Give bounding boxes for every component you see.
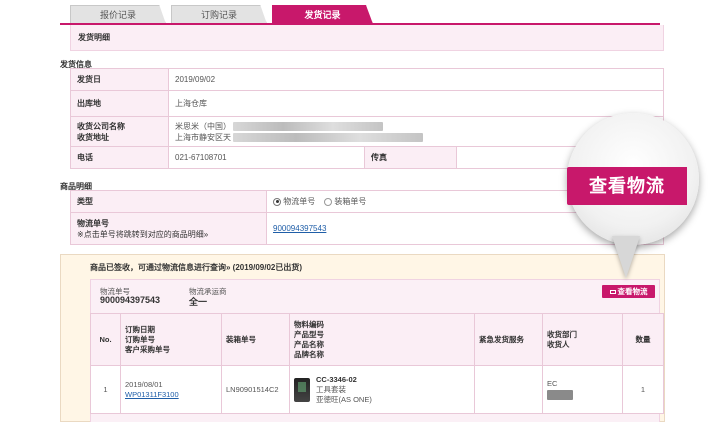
col-receiving-dept: 收货部门 <box>547 329 577 339</box>
phone-value: 021-67108701 <box>168 146 365 169</box>
main-content: 发货明细 <box>70 25 664 51</box>
ship-date-label: 发货日 <box>70 68 169 91</box>
receiver-company: 米思米（中国） <box>175 121 231 131</box>
redacted-receiver <box>547 389 573 400</box>
col-no: No. <box>90 313 121 366</box>
col-material-code: 物料编码 <box>294 319 324 329</box>
truck-icon <box>609 290 616 294</box>
col-product: 物料编码 产品型号 产品名称 品牌名称 <box>289 313 475 366</box>
redacted-address <box>233 132 424 142</box>
col-order-date: 订购日期 <box>125 324 155 334</box>
row-order-date: 2019/08/01 <box>125 379 163 389</box>
receiver-address: 上海市静安区天 <box>175 132 231 142</box>
col-order-no: 订购单号 <box>125 334 155 344</box>
col-urgent: 紧急发货服务 <box>474 313 543 366</box>
warehouse-value: 上海仓库 <box>168 90 664 117</box>
col-product-name: 产品名称 <box>294 339 324 349</box>
row-order-no-link[interactable]: WP01311F3100 <box>125 390 179 399</box>
tab-bar: 报价记录 订购记录 发货记录 <box>70 5 670 24</box>
tracking-label: 物流单号 <box>77 218 109 228</box>
tracking-hint: ※点击单号将跳转到对应的商品明细» <box>77 229 209 239</box>
callout-pointer <box>612 236 640 278</box>
tab-order-records[interactable]: 订购记录 <box>171 5 267 24</box>
row-dept-value: EC <box>547 379 558 389</box>
type-label: 类型 <box>70 190 267 213</box>
col-receiver: 收货人 <box>547 339 570 349</box>
row-order: 2019/08/01 WP01311F3100 <box>120 365 222 414</box>
shipment-items-table: No. 订购日期 订购单号 客户采购单号 装箱单号 物料编码 产品型号 产品名称… <box>90 313 664 414</box>
view-logistics-button[interactable]: 查看物流 <box>602 285 655 298</box>
carrier-value: 全一 <box>189 297 208 307</box>
receiver-address-label: 收货地址 <box>77 132 109 142</box>
receiver-label: 收货公司名称 收货地址 <box>70 116 169 147</box>
phone-label: 电话 <box>70 146 169 169</box>
row-model: CC-3346-02 <box>316 374 357 384</box>
receiver-company-label: 收货公司名称 <box>77 121 125 131</box>
radio-tracking[interactable] <box>273 197 281 206</box>
col-order: 订购日期 订购单号 客户采购单号 <box>120 313 222 366</box>
radio-box-label: 装箱单号 <box>334 197 367 206</box>
warehouse-label: 出库地 <box>70 90 169 117</box>
tracking-label-cell: 物流单号 ※点击单号将跳转到对应的商品明细» <box>70 212 267 245</box>
tab-quote-records[interactable]: 报价记录 <box>70 5 166 24</box>
callout-banner: 查看物流 <box>567 167 687 205</box>
fax-label: 传真 <box>364 146 457 169</box>
row-urgent <box>474 365 543 414</box>
col-customer-po: 客户采购单号 <box>125 344 170 354</box>
row-dept: EC <box>542 365 623 414</box>
row-brand: 亚徳旺(AS ONE) <box>316 394 372 404</box>
col-dept: 收货部门 收货人 <box>542 313 623 366</box>
notice-title: 商品已签收，可通过物流信息进行查询» (2019/09/02已出货) <box>90 263 303 272</box>
row-no: 1 <box>90 365 121 414</box>
redacted-company <box>233 121 384 131</box>
product-thumbnail <box>294 377 310 402</box>
col-qty: 数量 <box>622 313 664 366</box>
section-title: 发货明细 <box>70 25 664 51</box>
radio-box[interactable] <box>324 197 333 206</box>
col-box: 装箱单号 <box>221 313 290 366</box>
tracking-no-value: 900094397543 <box>100 295 161 305</box>
row-name: 工具套装 <box>316 384 346 394</box>
view-logistics-label: 查看物流 <box>617 287 648 296</box>
ship-date-value: 2019/09/02 <box>168 68 664 91</box>
row-qty: 1 <box>622 365 664 414</box>
tracking-number-link[interactable]: 900094397543 <box>273 224 326 233</box>
radio-tracking-label: 物流单号 <box>283 197 316 206</box>
col-model: 产品型号 <box>294 329 324 339</box>
row-product: CC-3346-02 工具套装 亚徳旺(AS ONE) <box>289 365 475 414</box>
row-box-no: LN90901514C2 <box>221 365 290 414</box>
table-row: 1 2019/08/01 WP01311F3100 LN90901514C2 C… <box>90 365 664 414</box>
tab-shipping-records[interactable]: 发货记录 <box>272 5 373 24</box>
col-brand: 品牌名称 <box>294 349 324 359</box>
